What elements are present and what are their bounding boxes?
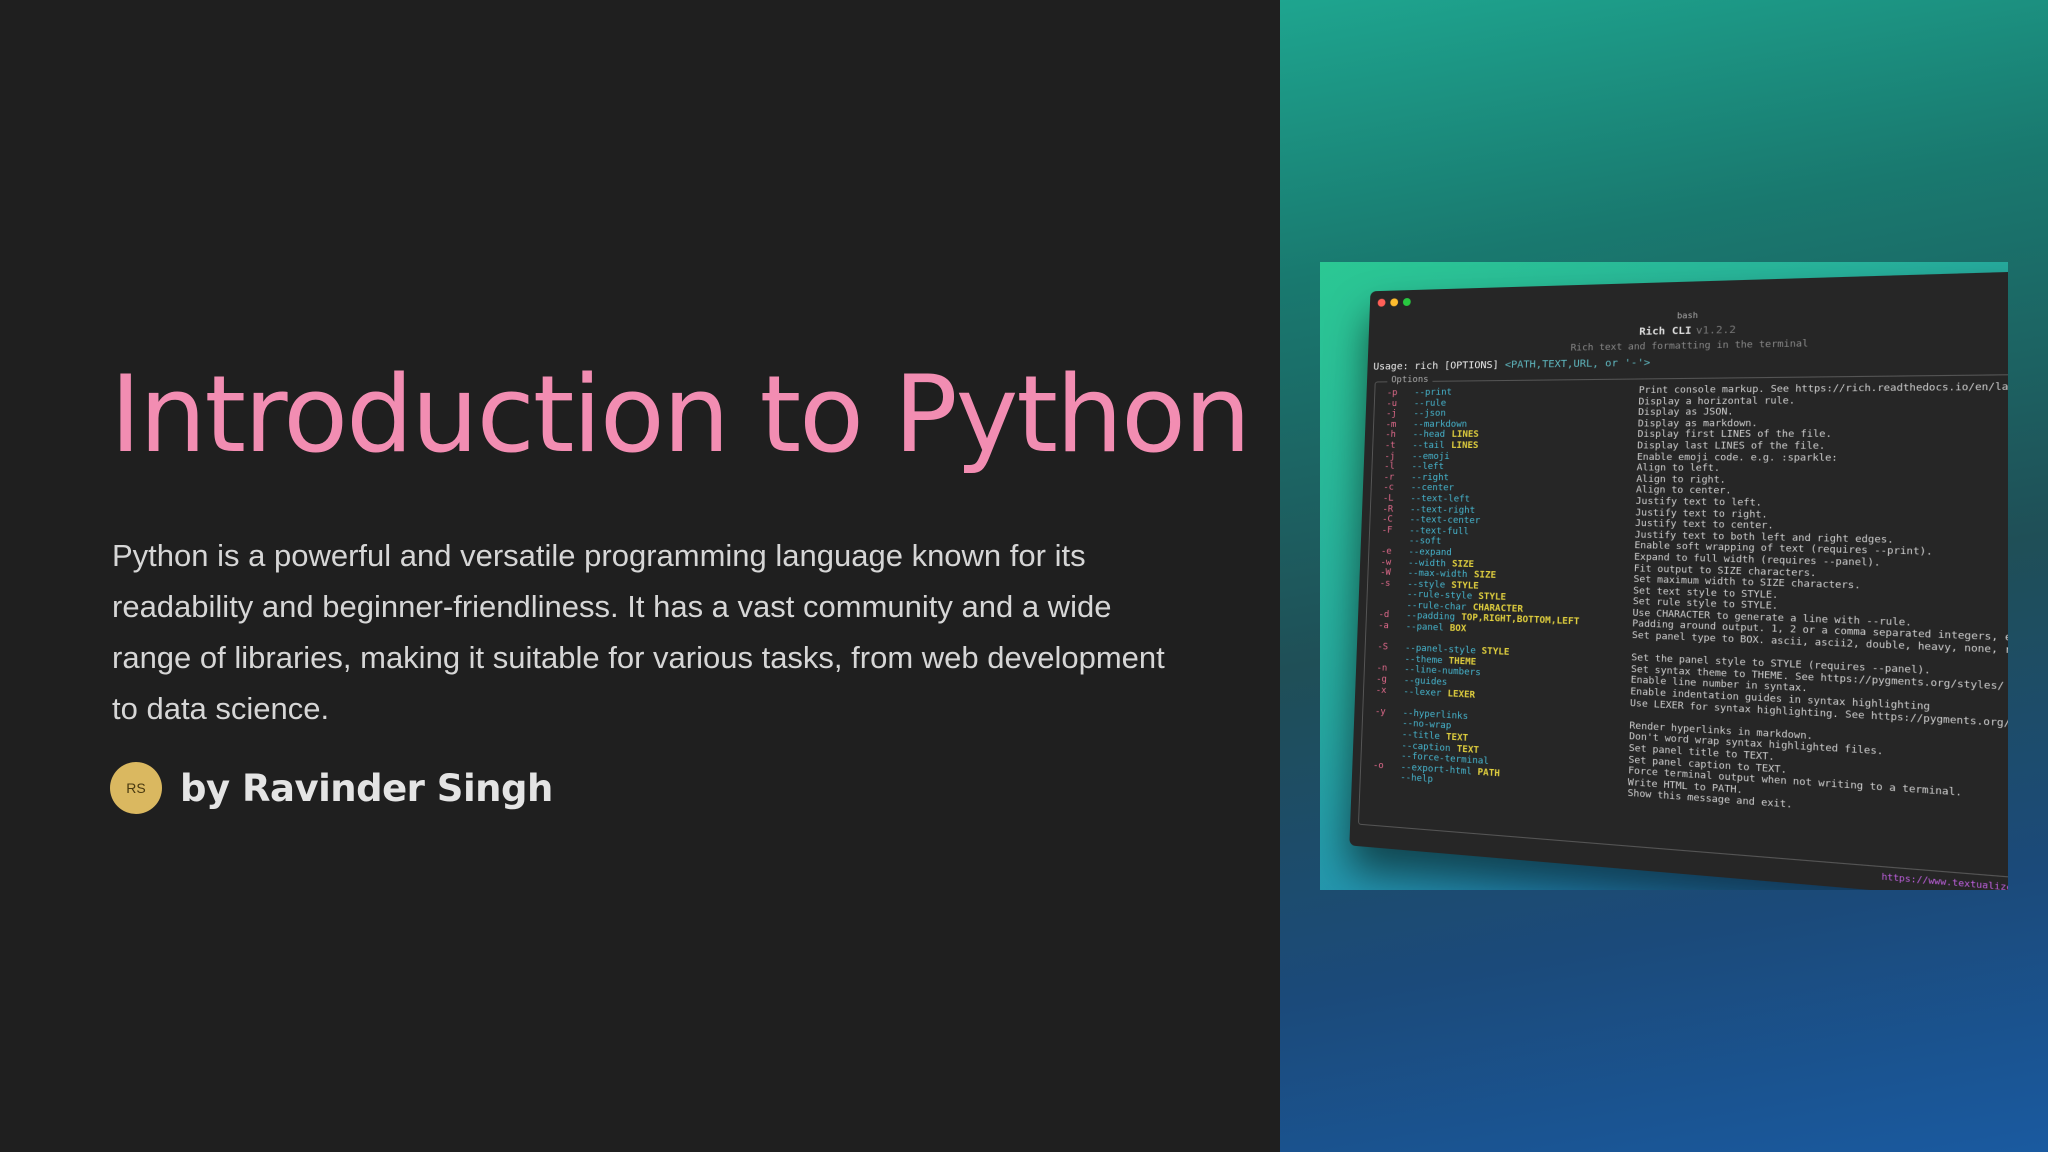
avatar: RS xyxy=(110,762,162,814)
option-short-flag: -F xyxy=(1382,525,1393,536)
usage-prefix: Usage: rich [OPTIONS] xyxy=(1373,360,1499,373)
option-metavar: SIZE xyxy=(1474,570,1497,581)
option-metavar: SIZE xyxy=(1452,559,1474,570)
option-long-flag: --text-left xyxy=(1410,494,1470,505)
option-short-flag: -e xyxy=(1381,546,1392,557)
option-short-flag: -h xyxy=(1385,430,1396,441)
option-long-flag: --left xyxy=(1411,462,1444,473)
option-short-flag: -a xyxy=(1378,621,1389,632)
option-short-flag: -w xyxy=(1380,557,1391,568)
terminal-window: bash Rich CLI v1.2.2 Rich text and format… xyxy=(1349,271,2008,890)
option-long-flag: --head xyxy=(1413,430,1446,441)
option-row: -m --markdown Display as markdown. xyxy=(1374,417,2008,430)
option-short-flag: -S xyxy=(1377,642,1388,653)
terminal-screenshot-image: bash Rich CLI v1.2.2 Rich text and format… xyxy=(1320,262,2008,890)
option-description: Display last LINES of the file. xyxy=(1637,441,1825,453)
option-row: -h --head LINES Display first LINES of the … xyxy=(1373,429,2008,441)
minimize-dot-icon xyxy=(1390,298,1398,306)
option-short-flag: -m xyxy=(1386,420,1397,431)
option-short-flag: -n xyxy=(1376,664,1387,675)
option-short-flag: -r xyxy=(1384,472,1395,483)
author-byline: RS by Ravinder Singh xyxy=(110,762,553,814)
option-short-flag: -j xyxy=(1386,409,1397,420)
window-controls xyxy=(1378,298,1416,307)
option-short-flag: -s xyxy=(1380,578,1391,589)
options-list: -p --print Print console markup. See https… xyxy=(1361,382,2008,829)
option-short-flag: -g xyxy=(1376,674,1387,685)
option-long-flag: --print xyxy=(1414,388,1452,399)
option-description: Display as JSON. xyxy=(1638,407,1734,419)
option-short-flag: -R xyxy=(1382,504,1393,515)
slide-description: Python is a powerful and versatile progr… xyxy=(112,530,1172,734)
author-name: by Ravinder Singh xyxy=(180,767,553,810)
app-name: Rich CLI xyxy=(1639,325,1692,338)
option-short-flag: -y xyxy=(1375,706,1386,717)
option-long-flag: --help xyxy=(1400,773,1433,786)
option-long-flag: --rule xyxy=(1414,398,1447,409)
close-dot-icon xyxy=(1378,299,1386,307)
option-description: Align to right. xyxy=(1636,474,1726,486)
slide-title: Introduction to Python xyxy=(110,345,1249,485)
option-metavar: BOX xyxy=(1450,624,1467,635)
option-short-flag: -c xyxy=(1383,483,1394,494)
option-short-flag: -W xyxy=(1380,568,1391,579)
maximize-dot-icon xyxy=(1403,298,1411,306)
option-description: Display first LINES of the file. xyxy=(1637,430,1832,441)
option-short-flag: -x xyxy=(1376,685,1387,696)
option-short-flag: -C xyxy=(1382,515,1393,526)
option-long-flag: --tail xyxy=(1412,441,1445,452)
option-long-flag: --center xyxy=(1411,483,1455,494)
option-long-flag: --json xyxy=(1413,409,1446,420)
options-header: Options xyxy=(1387,375,1432,385)
option-metavar: LINES xyxy=(1451,441,1479,452)
option-short-flag: -o xyxy=(1373,760,1384,772)
option-long-flag: --soft xyxy=(1409,536,1442,547)
option-description: Display a horizontal rule. xyxy=(1638,396,1795,408)
slide-content: Introduction to Python Python is a power… xyxy=(0,0,1280,1152)
option-long-flag: --emoji xyxy=(1412,451,1450,462)
option-short-flag: -u xyxy=(1386,399,1397,410)
options-panel: Options -p --print Print console markup. S… xyxy=(1358,374,2008,879)
option-long-flag: --markdown xyxy=(1413,419,1467,430)
app-version: v1.2.2 xyxy=(1696,324,1736,336)
option-short-flag: -p xyxy=(1387,388,1398,399)
usage-args: <PATH,TEXT,URL, or '-'> xyxy=(1505,358,1651,371)
option-description: Align to left. xyxy=(1636,463,1720,475)
option-short-flag: -L xyxy=(1383,493,1394,504)
option-long-flag: --right xyxy=(1411,473,1449,484)
option-short-flag: -j xyxy=(1384,451,1395,462)
option-short-flag: -l xyxy=(1384,462,1395,473)
usage-line: Usage: rich [OPTIONS] <PATH,TEXT,URL, or… xyxy=(1373,358,1650,373)
option-metavar: STYLE xyxy=(1451,580,1479,592)
option-description: Display as markdown. xyxy=(1638,418,1758,429)
option-short-flag: -d xyxy=(1378,610,1389,621)
option-metavar: LINES xyxy=(1451,430,1479,441)
option-short-flag: -t xyxy=(1385,441,1396,452)
